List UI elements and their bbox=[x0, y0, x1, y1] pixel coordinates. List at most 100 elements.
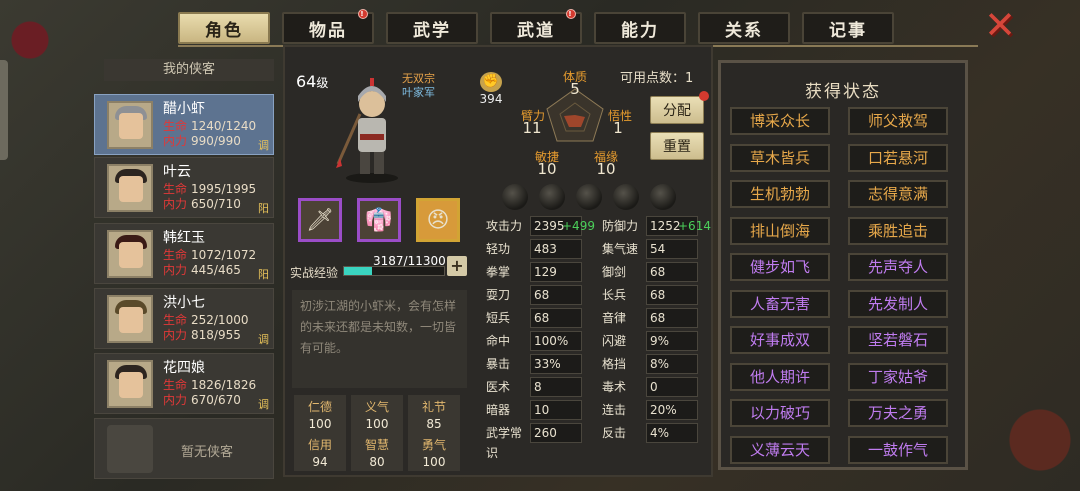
armor-icon: 👘 bbox=[365, 207, 393, 233]
status-chip[interactable]: 义薄云天 bbox=[730, 435, 830, 464]
slot-orb-icon[interactable] bbox=[576, 184, 602, 210]
stat-row: 耍刀 68 bbox=[482, 285, 582, 305]
list-item[interactable]: 醋小虾 生命 1240/1240 内力 990/990 调 bbox=[94, 94, 274, 155]
stat-row: 命中 100% bbox=[482, 331, 582, 351]
tab-abilities[interactable]: 能力 bbox=[594, 12, 686, 44]
status-chip[interactable]: 口若悬河 bbox=[848, 143, 948, 172]
status-chip[interactable]: 师父救驾 bbox=[848, 107, 948, 135]
stat-row: 长兵 68 bbox=[598, 285, 698, 305]
side-drawer-handle[interactable] bbox=[0, 60, 8, 160]
status-chip[interactable]: 志得意满 bbox=[848, 180, 948, 208]
slot-orb-icon[interactable] bbox=[650, 184, 676, 210]
status-chip[interactable]: 万夫之勇 bbox=[848, 399, 948, 427]
list-item[interactable]: 韩红玉 生命 1072/1072 内力 445/465 阳 bbox=[94, 223, 274, 284]
stat-value: 8 bbox=[530, 377, 582, 397]
status-chip[interactable]: 他人期许 bbox=[730, 362, 830, 391]
stat-value: 129 bbox=[530, 262, 582, 282]
stat-value: 9% bbox=[646, 331, 698, 351]
stat-row: 轻功 483 bbox=[482, 239, 582, 259]
attr-value-tizhi: 5 bbox=[570, 80, 580, 98]
level: 64级 bbox=[296, 72, 329, 91]
hero-mp: 内力 445/465 bbox=[163, 263, 241, 277]
slot-orb-icon[interactable] bbox=[502, 184, 528, 210]
tab-label: 武学 bbox=[413, 20, 451, 41]
stat-label: 毒术 bbox=[598, 377, 648, 397]
stat-row: 拳掌 129 bbox=[482, 262, 582, 282]
stat-row: 反击 4% bbox=[598, 423, 698, 443]
hero-tag: 阳 bbox=[258, 202, 269, 215]
stat-label: 集气速度 bbox=[598, 239, 648, 276]
hero-name: 韩红玉 bbox=[163, 230, 205, 246]
hero-tag: 阳 bbox=[258, 268, 269, 281]
stat-value: 68 bbox=[646, 285, 698, 305]
status-chip[interactable]: 健步如飞 bbox=[730, 253, 830, 281]
stat-value: 260 bbox=[530, 423, 582, 443]
badge-icon: ! bbox=[566, 9, 576, 19]
attr-value-minjie: 10 bbox=[537, 160, 557, 178]
stat-label: 反击 bbox=[598, 423, 648, 443]
slot-orb-icon[interactable] bbox=[613, 184, 639, 210]
status-chip[interactable]: 好事成双 bbox=[730, 326, 830, 354]
virtue-ren: 仁德 100 bbox=[294, 395, 346, 433]
stat-label: 命中 bbox=[482, 331, 532, 351]
avatar bbox=[107, 164, 153, 212]
tab-relations[interactable]: 关系 bbox=[698, 12, 790, 44]
status-chip[interactable]: 生机勃勃 bbox=[730, 180, 830, 208]
virtue-li: 礼节 85 bbox=[408, 395, 460, 433]
status-chip[interactable]: 先发制人 bbox=[848, 289, 948, 318]
empty-avatar-icon bbox=[107, 425, 153, 473]
available-points: 可用点数：1 bbox=[620, 71, 694, 86]
status-chip[interactable]: 坚若磐石 bbox=[848, 326, 948, 354]
equip-slot-armor[interactable]: 👘 bbox=[357, 198, 401, 242]
reset-button[interactable]: 重置 bbox=[650, 132, 704, 160]
stat-row: 格挡 8% bbox=[598, 354, 698, 374]
stat-row: 暴击 33% bbox=[482, 354, 582, 374]
stat-label: 耍刀 bbox=[482, 285, 532, 305]
tab-journal[interactable]: 记事 bbox=[802, 12, 894, 44]
status-chip[interactable]: 丁家姑爷 bbox=[848, 362, 948, 391]
status-chip[interactable]: 草木皆兵 bbox=[730, 143, 830, 172]
stat-label: 轻功 bbox=[482, 239, 532, 259]
equip-slot-weapon[interactable]: 🗡 bbox=[298, 198, 342, 242]
tab-character[interactable]: 角色 bbox=[178, 12, 270, 44]
tab-martial-arts[interactable]: 武学 bbox=[386, 12, 478, 44]
tab-label: 能力 bbox=[621, 20, 659, 41]
stat-label: 连击 bbox=[598, 400, 648, 420]
stat-row: 集气速度54 bbox=[598, 239, 698, 276]
stat-label: 医术 bbox=[482, 377, 532, 397]
attr-value-bili: 11 bbox=[522, 119, 542, 137]
slot-orb-icon[interactable] bbox=[539, 184, 565, 210]
stat-row: 医术 8 bbox=[482, 377, 582, 397]
equip-slot-accessory[interactable]: 😠 bbox=[416, 198, 460, 242]
tab-martial-way[interactable]: 武道! bbox=[490, 9, 582, 44]
assign-button[interactable]: 分配 bbox=[650, 91, 709, 124]
hero-tag: 调 bbox=[258, 398, 269, 411]
power-value: 394 bbox=[479, 92, 503, 106]
attr-value-fuyuan: 10 bbox=[596, 160, 616, 178]
badge-icon bbox=[699, 91, 709, 101]
stat-bonus: +499 bbox=[562, 219, 595, 233]
character-description: 初涉江湖的小虾米，会有怎样的未来还都是未知数，一切皆有可能。 bbox=[292, 290, 467, 388]
list-item[interactable]: 花四娘 生命 1826/1826 内力 670/670 调 bbox=[94, 353, 274, 414]
stat-label: 攻击力 bbox=[482, 216, 532, 236]
list-item[interactable]: 叶云 生命 1995/1995 内力 650/710 阳 bbox=[94, 157, 274, 218]
status-chip[interactable]: 先声夺人 bbox=[848, 253, 948, 281]
status-chip[interactable]: 人畜无害 bbox=[730, 289, 830, 318]
status-chip[interactable]: 乘胜追击 bbox=[848, 216, 948, 245]
status-chip[interactable]: 博采众长 bbox=[730, 107, 830, 135]
close-icon[interactable]: ✕ bbox=[982, 6, 1018, 44]
hero-mp: 内力 818/955 bbox=[163, 328, 241, 342]
stat-value: 4% bbox=[646, 423, 698, 443]
virtue-xin: 信用 94 bbox=[294, 433, 346, 471]
virtue-zhi: 智慧 80 bbox=[351, 433, 403, 471]
status-chip[interactable]: 一鼓作气 bbox=[848, 435, 948, 464]
hero-tag: 调 bbox=[258, 139, 269, 152]
stat-label: 御剑 bbox=[598, 262, 648, 282]
mask-icon: 😠 bbox=[426, 207, 450, 233]
stat-value: 68 bbox=[530, 285, 582, 305]
tab-items[interactable]: 物品! bbox=[282, 9, 374, 44]
list-item[interactable]: 洪小七 生命 252/1000 内力 818/955 调 bbox=[94, 288, 274, 349]
status-chip[interactable]: 以力破巧 bbox=[730, 399, 830, 427]
add-exp-button[interactable]: + bbox=[447, 256, 467, 276]
status-chip[interactable]: 排山倒海 bbox=[730, 216, 830, 245]
